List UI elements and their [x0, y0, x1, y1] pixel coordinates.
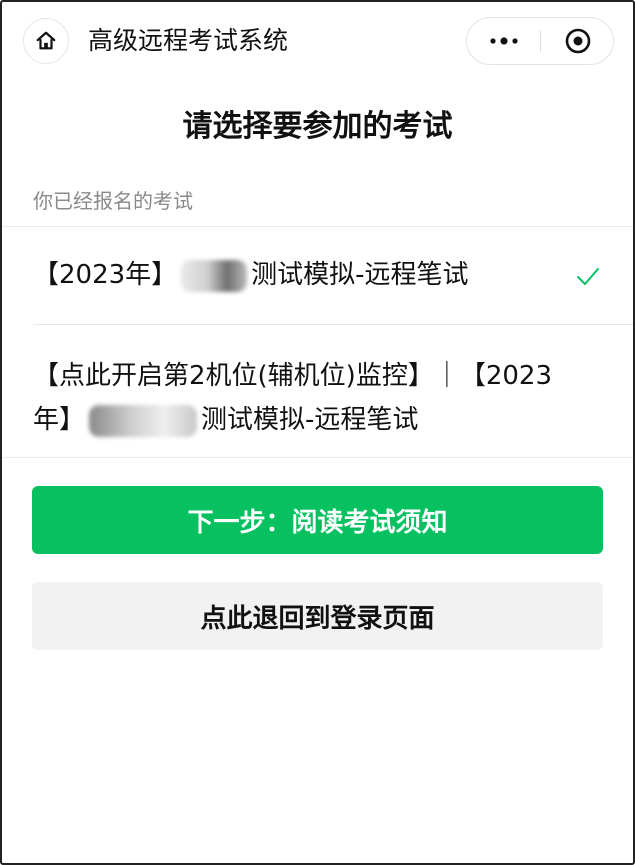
more-dots-icon: [490, 37, 518, 45]
capsule-menu: [466, 17, 614, 65]
back-to-login-button[interactable]: 点此退回到登录页面: [32, 582, 603, 650]
page-heading: 请选择要参加的考试: [182, 109, 453, 144]
next-step-button[interactable]: 下一步：阅读考试须知: [32, 486, 603, 554]
exam-item-1-text: 【2023年】 测试模拟-远程笔试: [33, 253, 593, 297]
home-icon: [36, 31, 56, 50]
section-label: 你已经报名的考试: [33, 189, 193, 213]
exam-item-2-line2: 年】 测试模拟-远程笔试: [33, 398, 593, 442]
app-title: 高级远程考试系统: [88, 26, 289, 55]
target-close-icon: [565, 28, 591, 54]
redacted-text: [181, 259, 248, 292]
exam-item-2-text: 【点此开启第2机位(辅机位)监控】｜【2023 年】 测试模拟-远程笔试: [33, 354, 593, 442]
exam-item-1-suffix: 测试模拟-远程笔试: [251, 260, 469, 290]
exam-list: 【2023年】 测试模拟-远程笔试 【点此开启第2机位(辅机位)监控】｜【2023…: [0, 226, 635, 458]
top-bar: 高级远程考试系统: [0, 0, 635, 80]
exam-item-2-suffix: 测试模拟-远程笔试: [201, 405, 419, 435]
more-button[interactable]: [467, 18, 541, 64]
exam-item-2-line1: 【点此开启第2机位(辅机位)监控】｜【2023: [33, 361, 552, 391]
exam-item-2[interactable]: 【点此开启第2机位(辅机位)监控】｜【2023 年】 测试模拟-远程笔试: [0, 324, 635, 457]
redacted-text: [89, 404, 198, 437]
home-button[interactable]: [23, 18, 69, 64]
check-icon: [577, 268, 599, 285]
close-miniprogram-button[interactable]: [541, 18, 615, 64]
exam-item-1-prefix: 【2023年】: [33, 260, 178, 290]
exam-item-1[interactable]: 【2023年】 测试模拟-远程笔试: [0, 227, 635, 324]
list-divider: [33, 324, 635, 325]
exam-item-2-prefix: 年】: [33, 405, 86, 435]
